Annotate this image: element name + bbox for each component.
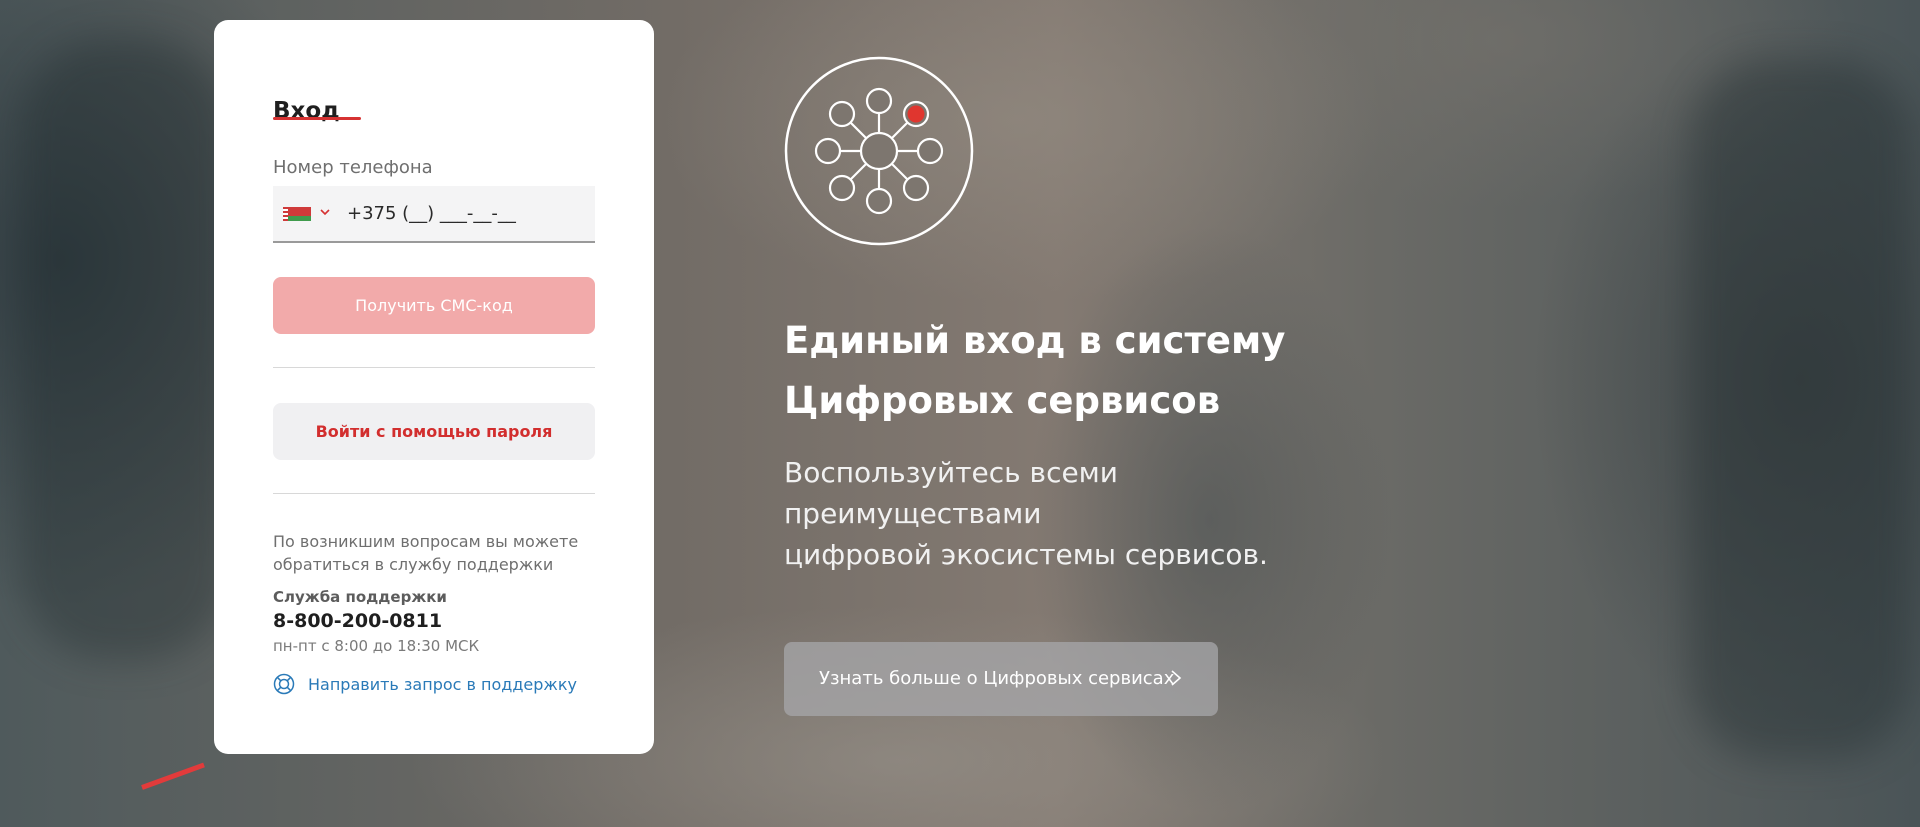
country-selector[interactable]	[283, 203, 335, 225]
support-request-label: Направить запрос в поддержку	[308, 674, 577, 694]
lifebuoy-icon	[273, 673, 295, 695]
promo-subtext-line: цифровой экосистемы сервисов.	[784, 538, 1268, 571]
phone-input[interactable]	[347, 198, 577, 228]
promo-subtext: Воспользуйтесь всеми преимуществами цифр…	[784, 452, 1404, 575]
login-tab-title[interactable]: Вход	[273, 98, 340, 124]
promo-headline-line: Единый вход в систему	[784, 319, 1286, 362]
phone-label: Номер телефона	[273, 157, 433, 178]
help-text: По возникшим вопросам вы можете обратить…	[273, 532, 579, 574]
divider	[273, 367, 595, 368]
promo-subtext-line: преимуществами	[784, 497, 1042, 530]
background-figure-right	[1690, 60, 1910, 760]
login-with-password-button[interactable]: Войти с помощью пароля	[273, 403, 595, 460]
learn-more-label: Узнать больше о Цифровых сервисах	[819, 668, 1175, 689]
learn-more-button[interactable]: Узнать больше о Цифровых сервисах	[784, 642, 1218, 716]
login-card: Вход Номер телефона Получить СМС-код Вой…	[214, 20, 654, 754]
background-figure-left	[20, 40, 230, 660]
network-hub-icon	[784, 56, 974, 246]
promo-subtext-line: Воспользуйтесь всеми	[784, 456, 1119, 489]
support-phone-link[interactable]: 8-800-200-0811	[273, 610, 442, 632]
divider	[273, 493, 595, 494]
get-sms-code-button[interactable]: Получить СМС-код	[273, 277, 595, 334]
belarus-flag-icon	[283, 207, 311, 221]
phone-field[interactable]	[273, 186, 595, 243]
support-title: Служба поддержки	[273, 588, 447, 606]
promo-headline-line: Цифровых сервисов	[784, 379, 1221, 422]
support-hours: пн-пт с 8:00 до 18:30 МСК	[273, 637, 480, 655]
promo-headline: Единый вход в систему Цифровых сервисов	[784, 311, 1404, 431]
login-tab-underline	[273, 117, 361, 120]
chevron-right-icon	[1171, 670, 1182, 686]
support-request-link[interactable]: Направить запрос в поддержку	[273, 672, 577, 696]
chevron-down-icon	[320, 209, 330, 216]
